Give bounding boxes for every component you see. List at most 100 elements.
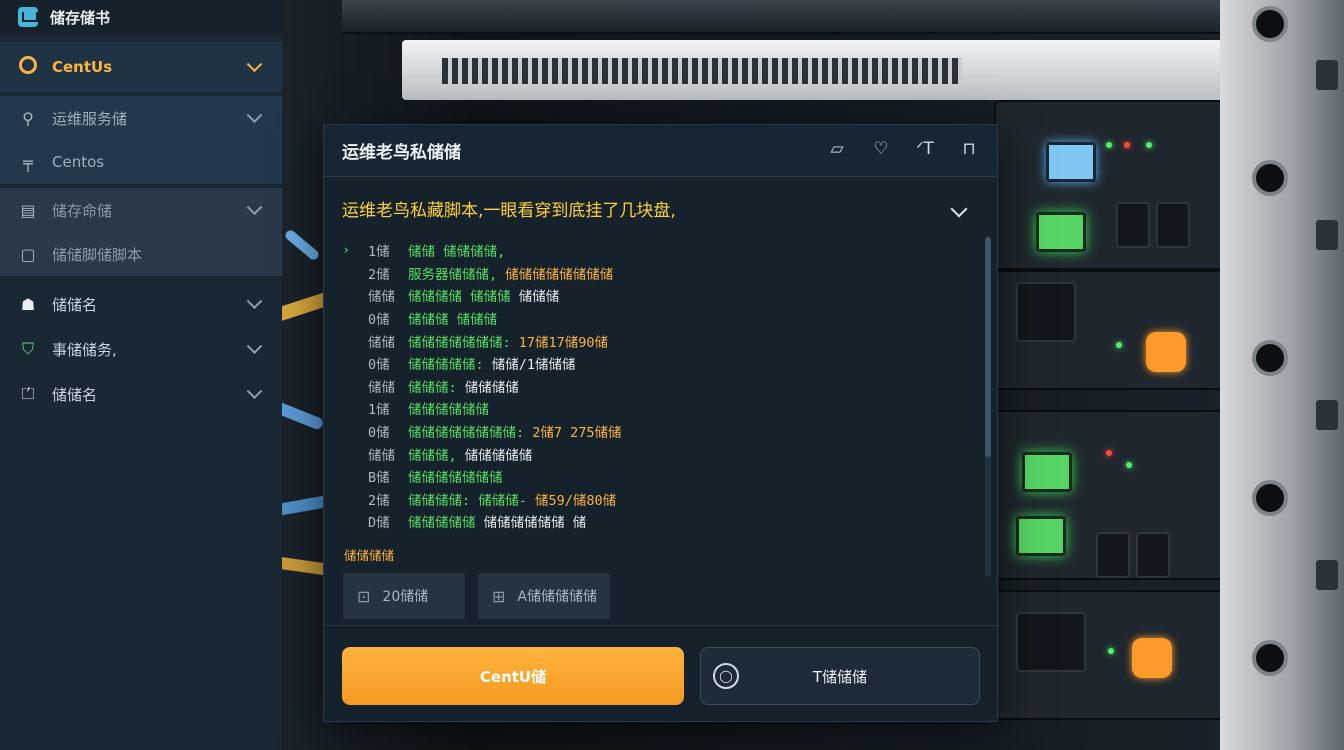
line-value: 储储储储储储储储 bbox=[505, 266, 614, 283]
rail-hole bbox=[1252, 340, 1288, 376]
sidebar-item-ops-service[interactable]: ⚲ 运维服务储 bbox=[0, 96, 282, 140]
sidebar-brand[interactable]: 储存储书 bbox=[0, 0, 282, 34]
chip-text: A储储储储储 bbox=[517, 589, 597, 605]
app-icon bbox=[18, 7, 38, 27]
line-label: 储储储 储储储 bbox=[408, 312, 498, 329]
section-label: 储储储储 bbox=[344, 548, 395, 563]
status-display bbox=[1036, 212, 1086, 252]
status-display bbox=[1016, 516, 1066, 556]
line-value: 储储/1储储储 bbox=[491, 357, 576, 374]
sidebar-item-label: CentUs bbox=[52, 58, 113, 76]
line-label: 储储储储 储储储 bbox=[408, 289, 519, 306]
line-label: 储储 储储储储, bbox=[408, 244, 506, 261]
panel-subtitle-row[interactable]: 运维老鸟私藏脚本,一眼看穿到底挂了几块盘, bbox=[324, 177, 997, 239]
sidebar-item-centos[interactable]: CentUs bbox=[0, 42, 282, 92]
line-number: 1储 bbox=[368, 402, 390, 419]
secondary-button-label: T储储储 bbox=[812, 667, 868, 686]
sidebar-item-tasks[interactable]: ⛉ 事储储务, bbox=[0, 327, 282, 371]
status-led bbox=[1146, 142, 1152, 148]
sidebar-item-user[interactable]: ☗ 储储名 bbox=[0, 282, 282, 326]
line-number: 2储 bbox=[368, 492, 390, 509]
sidebar-item-label: 储储名 bbox=[52, 385, 98, 404]
line-label: 储储储: bbox=[408, 379, 465, 396]
line-label: 储储储储储储 bbox=[408, 402, 489, 419]
chevron-down-icon bbox=[246, 107, 263, 124]
sidebar-item-label: 事储储务, bbox=[52, 340, 117, 359]
server-icon: ╤ bbox=[23, 152, 33, 172]
rail-hole bbox=[1252, 6, 1288, 42]
circle-icon: ◯ bbox=[713, 663, 739, 689]
status-led bbox=[1126, 462, 1132, 468]
script-icon: ▢ bbox=[20, 244, 36, 264]
sidebar-item-storage[interactable]: ▤ 储存命储 bbox=[0, 188, 282, 232]
text-icon[interactable]: ᐟT bbox=[915, 139, 935, 159]
line-number: 储储 bbox=[368, 379, 395, 396]
sidebar-item-centos-sub[interactable]: ╤ Centos bbox=[0, 140, 282, 184]
terminal-line: 储储 储储储, 储储储储储 bbox=[342, 442, 982, 465]
line-label: 储储储, bbox=[408, 447, 465, 464]
line-number: 0储 bbox=[368, 425, 390, 442]
bookmark-icon[interactable]: ⊓ bbox=[959, 139, 979, 159]
status-led bbox=[1124, 142, 1130, 148]
terminal-line: › 1储 储储 储储储储, bbox=[342, 239, 982, 262]
sidebar-item-scripts[interactable]: ▢ 储储脚储脚本 bbox=[0, 232, 282, 276]
screen-icon[interactable]: ▱ bbox=[827, 139, 847, 159]
line-number: 储储 bbox=[368, 447, 395, 464]
status-display bbox=[1022, 452, 1072, 492]
line-label: 储储储储储储储储: bbox=[408, 425, 533, 442]
line-label: 储储储储储储储: bbox=[408, 334, 519, 351]
line-label: 储储储储: 储储储- bbox=[408, 492, 536, 509]
terminal-output: › 1储 储储 储储储储, 2储 服务器储储储, 储储储储储储储储 储储 储储储储 储储储 … bbox=[342, 239, 982, 559]
chip-text: 20储储 bbox=[382, 589, 429, 605]
power-button-light bbox=[1132, 638, 1172, 678]
sidebar: 储存储书 CentUs ⚲ 运维服务储 ╤ Centos ▤ 储存命储 ▢ 储储… bbox=[0, 0, 282, 750]
disk-icon: ▤ bbox=[20, 200, 36, 220]
info-chip-grid[interactable]: ⊞ A储储储储储 bbox=[478, 573, 610, 619]
line-value: 储59/储80储 bbox=[535, 492, 617, 509]
line-number: D储 bbox=[368, 515, 390, 532]
terminal-line: 储储 储储储储 储储储 储储储 bbox=[342, 284, 982, 307]
scrollbar[interactable] bbox=[985, 237, 991, 577]
rack-rail bbox=[1220, 0, 1344, 750]
line-number: 2储 bbox=[368, 266, 390, 283]
secondary-button[interactable]: ◯ T储储储 bbox=[700, 647, 980, 705]
server-unit bbox=[994, 410, 1224, 580]
line-value: 储储储储 bbox=[464, 379, 519, 396]
shield-icon[interactable]: ♡ bbox=[871, 139, 891, 159]
info-chip-disk[interactable]: ⊡ 20储储 bbox=[343, 573, 465, 619]
disk-icon: ⊡ bbox=[357, 586, 371, 606]
terminal-prompt: › bbox=[342, 242, 351, 259]
tag-icon: ⛉ bbox=[21, 339, 34, 358]
server-unit bbox=[994, 100, 1224, 270]
power-button-light bbox=[1146, 332, 1186, 372]
status-led bbox=[1108, 648, 1114, 654]
line-number: B储 bbox=[368, 470, 390, 487]
script-panel: 运维老鸟私储储 ▱ ♡ ᐟT ⊓ 运维老鸟私藏脚本,一眼看穿到底挂了几块盘, ›… bbox=[323, 124, 999, 722]
centos-primary-button[interactable]: CentU储 bbox=[342, 647, 684, 705]
rack-grille bbox=[442, 58, 962, 84]
rail-hole bbox=[1252, 160, 1288, 196]
sidebar-item-label: 储存命储 bbox=[52, 201, 113, 220]
sidebar-item-label: Centos bbox=[52, 153, 105, 171]
drive-slot bbox=[1156, 202, 1190, 248]
line-value: 2储7 275储储 bbox=[532, 425, 622, 442]
line-value: 储储储储储储 储 bbox=[483, 515, 587, 532]
terminal-line: 储储 储储储: 储储储储 bbox=[342, 375, 982, 398]
panel-title: 运维老鸟私储储 bbox=[342, 143, 461, 163]
status-led bbox=[1106, 142, 1112, 148]
server-unit bbox=[994, 270, 1224, 390]
line-number: 储储 bbox=[368, 334, 395, 351]
terminal-line: D储 储储储储储 储储储储储储 储 bbox=[342, 510, 982, 533]
status-led bbox=[1106, 450, 1112, 456]
sidebar-item-devices[interactable]: ⏍ 储储名 bbox=[0, 372, 282, 416]
server-unit bbox=[994, 590, 1224, 720]
rail-notch bbox=[1316, 220, 1338, 250]
rail-hole bbox=[1252, 480, 1288, 516]
line-value: 储储储 bbox=[518, 289, 560, 306]
panel-subtitle: 运维老鸟私藏脚本,一眼看穿到底挂了几块盘, bbox=[342, 200, 676, 221]
laptop-icon: ⏍ bbox=[21, 384, 35, 403]
line-label: 服务器储储储, bbox=[408, 266, 506, 283]
status-display bbox=[1046, 142, 1096, 182]
line-value: 储储储储储 bbox=[464, 447, 533, 464]
chevron-down-icon bbox=[246, 383, 263, 400]
